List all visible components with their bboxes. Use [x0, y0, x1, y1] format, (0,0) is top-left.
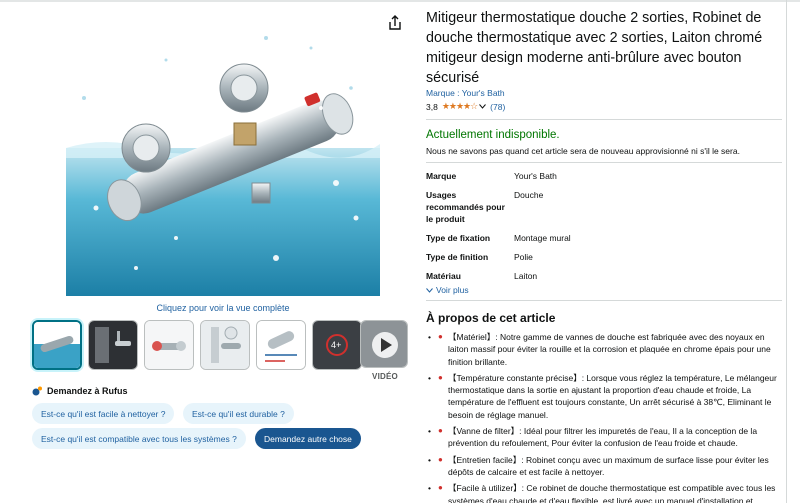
- thumbnail-6[interactable]: 4+: [312, 320, 362, 370]
- rating-summary[interactable]: 3,8 ★★★★☆ (78): [426, 101, 505, 112]
- thumbnail-5[interactable]: [256, 320, 306, 370]
- video-label: VIDÉO: [372, 372, 398, 381]
- see-more-label: Voir plus: [436, 285, 469, 295]
- top-border: [0, 0, 800, 2]
- scroll-edge: [786, 0, 787, 503]
- pin-icon: ●: [438, 483, 443, 493]
- bullet-item: • ● 【Vanne de filter】: Idéal pour filtrer …: [426, 425, 782, 450]
- bullet-item: • ● 【Matériel】: Notre gamme de vannes de d…: [426, 331, 782, 368]
- spec-value: Polie: [514, 252, 533, 262]
- spec-key: Marque: [426, 171, 457, 181]
- chevron-down-icon: [426, 287, 433, 293]
- spec-value: Laiton: [514, 271, 538, 281]
- product-title: Mitigeur thermostatique douche 2 sorties…: [426, 10, 763, 86]
- spec-value: Montage mural: [514, 233, 571, 243]
- divider: [426, 300, 782, 301]
- bullet-text: 【Vanne de filter】: Idéal pour filtrer le…: [448, 426, 758, 449]
- rufus-icon: [32, 386, 42, 396]
- pin-icon: ●: [438, 332, 443, 341]
- spec-row: Type de finition Polie: [426, 251, 766, 263]
- rufus-ask-button[interactable]: Demandez autre chose: [255, 428, 361, 449]
- share-icon[interactable]: [386, 14, 404, 32]
- brand-link[interactable]: Marque : Your's Bath: [426, 88, 505, 98]
- bullet-text: 【Entretien facile】: Robinet conçu avec u…: [448, 454, 769, 477]
- star-rating-icon: ★★★★☆: [441, 101, 478, 111]
- thumbnail-badge: 4+: [331, 340, 341, 350]
- rufus-chip-clean[interactable]: Est-ce qu'il est facile à nettoyer ?: [32, 403, 175, 424]
- about-heading: À propos de cet article: [426, 311, 556, 325]
- availability-note: Nous ne savons pas quand cet article ser…: [426, 146, 740, 156]
- bullet-item: • ● 【Entretien facile】: Robinet conçu avec…: [426, 454, 782, 479]
- bullet-text: 【Matériel】: Notre gamme de vannes de dou…: [448, 332, 771, 367]
- spec-table: Marque Your's Bath Usages recommandés po…: [426, 170, 766, 289]
- spec-row: Matériau Laiton: [426, 270, 766, 282]
- bullet-text: 【Facile à utilizer】: Ce robinet de douch…: [448, 483, 776, 503]
- pin-icon: ●: [438, 372, 443, 382]
- main-product-image[interactable]: [66, 8, 380, 296]
- spec-key: Matériau: [426, 271, 461, 281]
- rufus-heading: Demandez à Rufus: [32, 386, 128, 396]
- divider: [426, 119, 782, 120]
- bullet-item: • ● 【Température constante précise】: Lorsq…: [426, 372, 782, 421]
- bullet-item: • ● 【Facile à utilizer】: Ce robinet de dou…: [426, 482, 782, 503]
- spec-row: Type de fixation Montage mural: [426, 232, 766, 244]
- chevron-down-icon[interactable]: [479, 104, 487, 109]
- review-count-link[interactable]: (78): [490, 102, 505, 112]
- video-thumbnail[interactable]: VIDÉO: [360, 320, 410, 381]
- thumbnail-3[interactable]: [144, 320, 194, 370]
- spec-key: Usages recommandés pour le produit: [426, 190, 505, 224]
- rufus-chip-durable[interactable]: Est-ce qu'il est durable ?: [183, 403, 294, 424]
- thumbnail-1[interactable]: [32, 320, 82, 370]
- see-more-link[interactable]: Voir plus: [426, 285, 469, 295]
- spec-row: Usages recommandés pour le produit Douch…: [426, 189, 766, 225]
- spec-key: Type de fixation: [426, 233, 491, 243]
- availability-status: Actuellement indisponible.: [426, 129, 560, 141]
- rufus-title: Demandez à Rufus: [47, 386, 128, 396]
- spec-value: Your's Bath: [514, 171, 557, 181]
- about-bullets: • ● 【Matériel】: Notre gamme de vannes de d…: [426, 331, 782, 503]
- divider: [426, 162, 782, 163]
- spec-row: Marque Your's Bath: [426, 170, 766, 182]
- bullet-text: 【Température constante précise】: Lorsque…: [448, 372, 777, 420]
- spec-key: Type de finition: [426, 252, 489, 262]
- pin-icon: ●: [438, 454, 443, 464]
- spec-value: Douche: [514, 190, 544, 200]
- pin-icon: ●: [438, 426, 443, 436]
- view-full-image-link[interactable]: Cliquez pour voir la vue complète: [66, 303, 380, 313]
- thumbnail-2[interactable]: [88, 320, 138, 370]
- rating-value: 3,8: [426, 101, 438, 112]
- thumbnail-4[interactable]: [200, 320, 250, 370]
- rufus-chip-compatible[interactable]: Est-ce qu'il est compatible avec tous le…: [32, 428, 246, 449]
